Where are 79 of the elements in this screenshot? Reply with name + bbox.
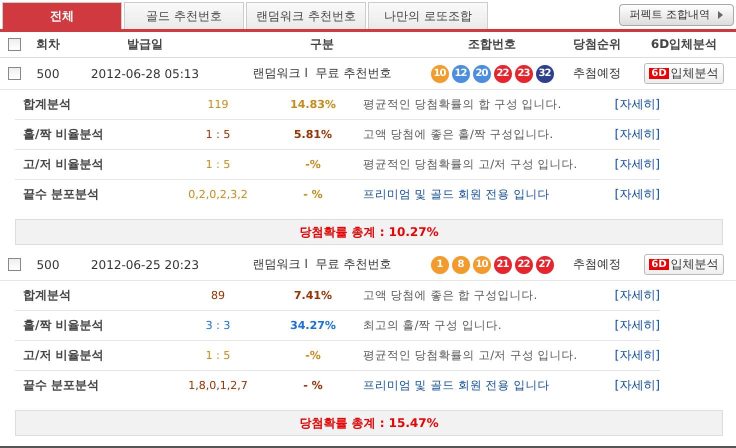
column-header: 회차: [35, 36, 61, 53]
select-all-checkbox[interactable]: [8, 38, 20, 51]
analysis-percent: -%: [304, 158, 322, 171]
analysis-percent: 7.41%: [292, 289, 334, 302]
analysis-value: 0,2,0,2,3,2: [187, 188, 249, 201]
column-header: 구분: [309, 36, 335, 53]
analysis-percent: 34.27%: [289, 319, 337, 332]
details-link[interactable]: [자세히]: [600, 377, 660, 394]
row-checkbox[interactable]: [8, 67, 20, 80]
category-cell-text: 랜덤워크 l 무료 추천번호: [252, 65, 392, 82]
analysis-percent: 5.81%: [292, 128, 334, 141]
tab[interactable]: 전체: [2, 2, 122, 29]
analysis-label: 합계분석: [23, 96, 72, 113]
analysis-value: 1 : 5: [204, 158, 232, 171]
analysis-description: 프리미엄 및 골드 회원 전용 입니다: [363, 378, 550, 393]
analysis-value: 3 : 3: [204, 319, 232, 332]
rank-cell-text: 추첨예정: [572, 256, 622, 273]
tab[interactable]: 골드 추천번호: [124, 2, 244, 29]
details-link[interactable]: [자세히]: [600, 156, 660, 173]
perfect-combination-button[interactable]: 퍼펙트 조합내역: [618, 4, 734, 26]
date-cell-text: 2012-06-28 05:13: [90, 66, 200, 80]
date-cell-text: 2012-06-25 20:23: [90, 258, 200, 272]
analysis-description: 고액 당첨에 좋은 홀/짝 구성입니다.: [363, 127, 554, 142]
analysis-description: 평균적인 당첨확률의 고/저 구성 입니다.: [363, 348, 578, 363]
analysis-description: 최고의 홀/짝 구성 입니다.: [363, 318, 502, 333]
analysis-percent: -%: [304, 349, 322, 362]
category-cell-text: 랜덤워크 l 무료 추천번호: [252, 256, 392, 273]
analysis-label: 홀/짝 비율분석: [23, 126, 105, 143]
analysis-percent: - %: [302, 188, 324, 201]
analysis-value: 1 : 5: [204, 128, 232, 141]
analysis-percent: 14.83%: [289, 98, 337, 111]
analysis-label: 끝수 분포분석: [23, 377, 100, 394]
3d-analysis-button[interactable]: 6D 입체분석: [644, 63, 724, 84]
number-ball: 23: [514, 64, 532, 82]
tab[interactable]: 랜덤워크 추천번호: [246, 2, 366, 29]
details-link[interactable]: [자세히]: [600, 317, 660, 334]
total-probability: 당첨확률 총계 : 15.47%: [299, 414, 439, 432]
rank-cell-text: 추첨예정: [572, 65, 622, 82]
number-ball: 12: [452, 64, 470, 82]
analysis-value: 89: [210, 289, 226, 302]
details-link[interactable]: [자세히]: [600, 96, 660, 113]
3d-analysis-button[interactable]: 6D 입체분석: [644, 254, 724, 275]
details-link[interactable]: [자세히]: [600, 347, 660, 364]
number-ball: 22: [494, 64, 512, 82]
column-header: 조합번호: [467, 36, 517, 53]
round-cell-text: 500: [36, 258, 60, 272]
analysis-description: 프리미엄 및 골드 회원 전용 입니다: [363, 187, 550, 202]
analysis-description: 고액 당첨에 좋은 합 구성입니다.: [363, 288, 538, 303]
number-ball: 10: [472, 256, 490, 274]
analysis-value: 1 : 5: [204, 349, 232, 362]
analysis-label: 끝수 분포분석: [23, 186, 100, 203]
column-header: 발급일: [126, 36, 164, 53]
round-cell-text: 500: [36, 66, 60, 80]
number-ball: 27: [536, 256, 554, 274]
caret-icon: [718, 10, 723, 18]
number-ball: 21: [494, 256, 512, 274]
analysis-label: 합계분석: [23, 287, 72, 304]
analysis-description: 평균적인 당첨확률의 합 구성 입니다.: [363, 97, 562, 112]
column-header: 6D입체분석: [650, 36, 718, 53]
analysis-description: 평균적인 당첨확률의 고/저 구성 입니다.: [363, 157, 578, 172]
details-link[interactable]: [자세히]: [600, 186, 660, 203]
number-ball: 10: [430, 64, 448, 82]
column-header: 당첨순위: [572, 36, 622, 53]
analysis-label: 고/저 비율분석: [23, 347, 105, 364]
details-link[interactable]: [자세히]: [600, 287, 660, 304]
number-ball: 20: [472, 64, 490, 82]
number-ball: 32: [536, 64, 554, 82]
number-ball: 1: [430, 256, 448, 274]
analysis-value: 119: [206, 98, 230, 111]
row-checkbox[interactable]: [8, 258, 20, 271]
tab[interactable]: 나만의 로또조합: [368, 2, 488, 29]
number-ball: 22: [514, 256, 532, 274]
analysis-percent: - %: [302, 379, 324, 392]
analysis-value: 1,8,0,1,2,7: [187, 379, 249, 392]
analysis-label: 홀/짝 비율분석: [23, 317, 105, 334]
total-probability: 당첨확률 총계 : 10.27%: [299, 224, 439, 240]
number-ball: 8: [452, 256, 470, 274]
details-link[interactable]: [자세히]: [600, 126, 660, 143]
analysis-label: 고/저 비율분석: [23, 156, 105, 173]
